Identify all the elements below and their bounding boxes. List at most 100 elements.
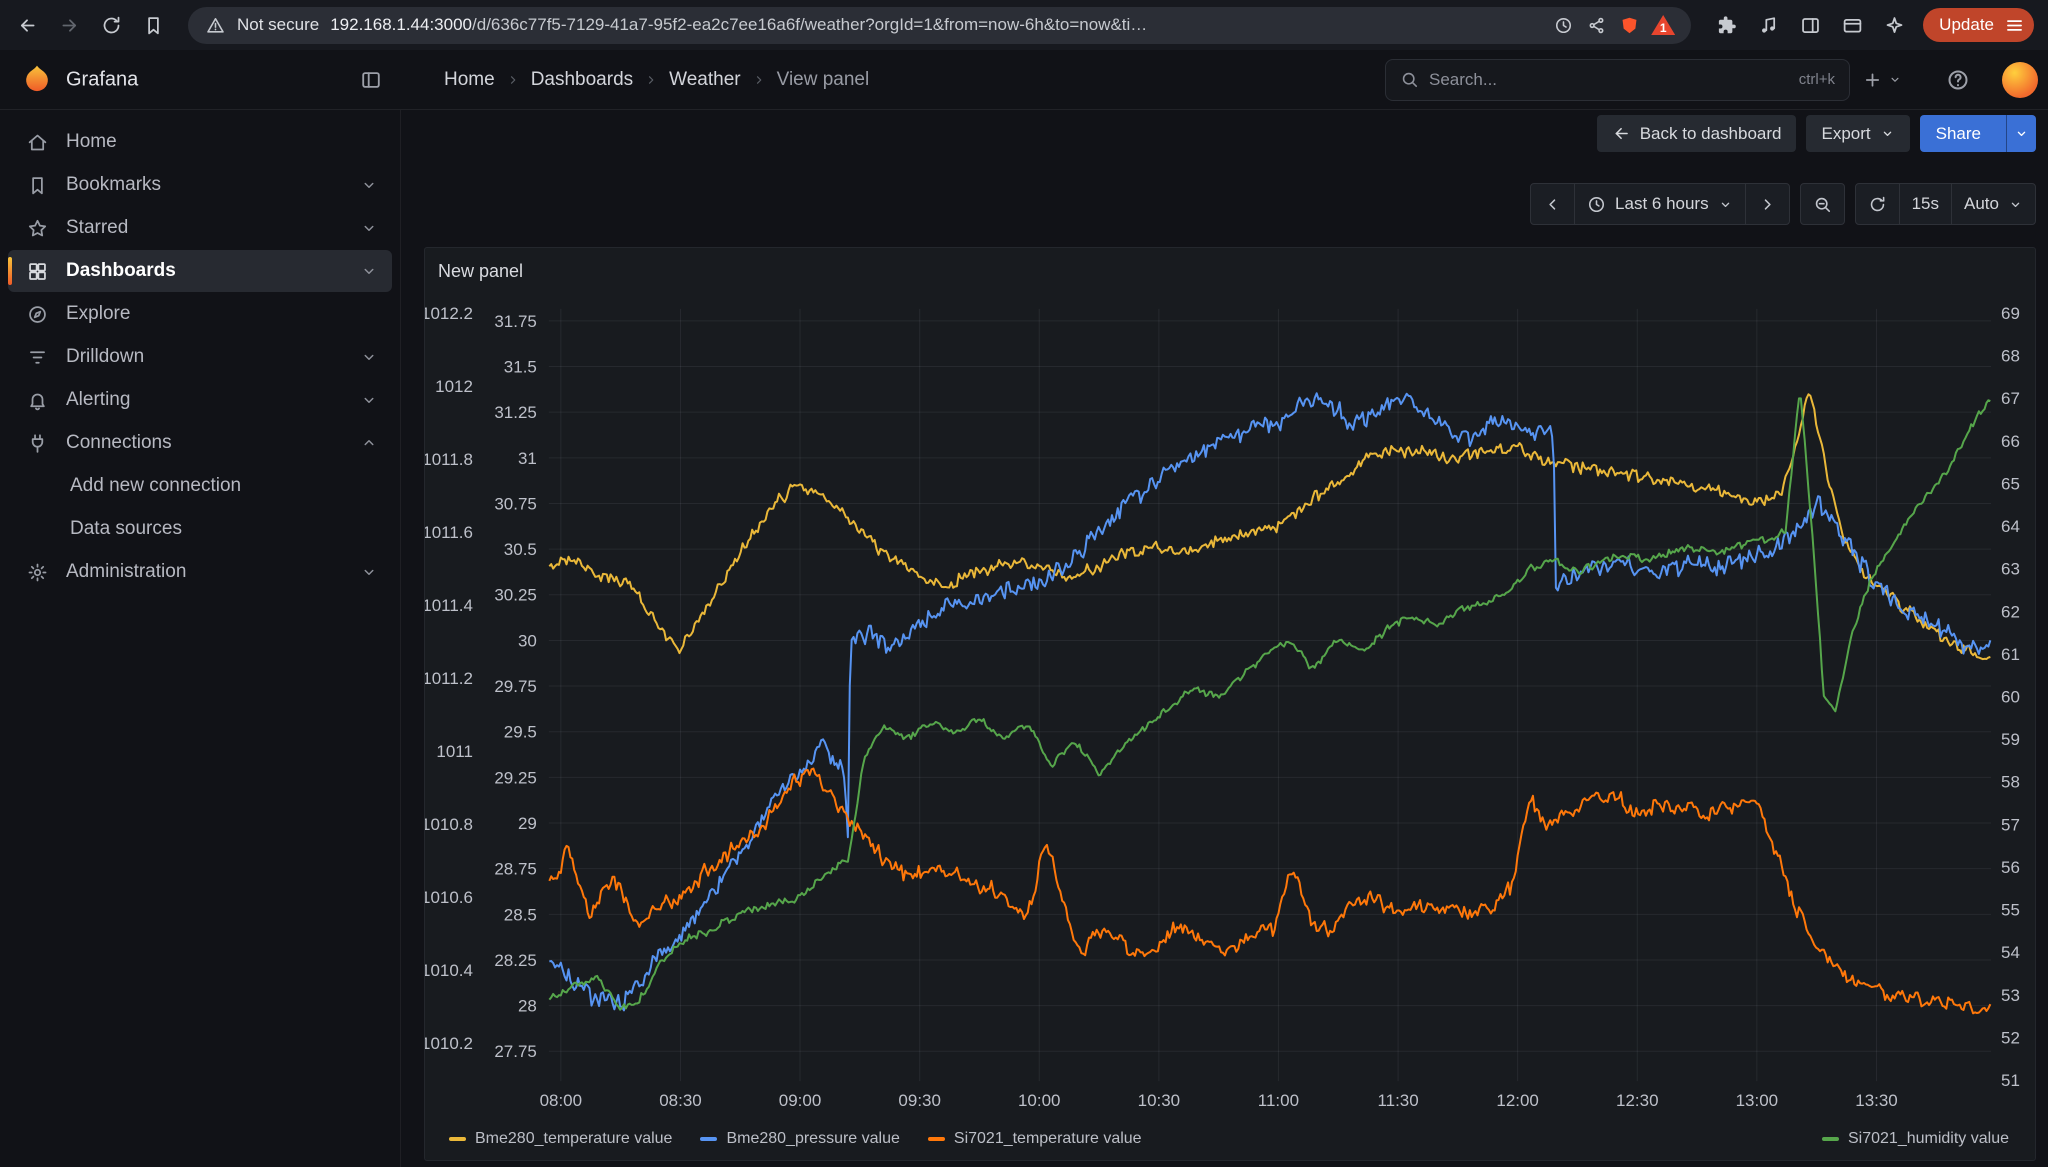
chevron-up-icon xyxy=(360,434,378,452)
share-page-icon[interactable] xyxy=(1585,14,1607,36)
legend-item[interactable]: Si7021_temperature value xyxy=(928,1130,1142,1148)
music-note-icon[interactable] xyxy=(1755,12,1781,38)
wallet-icon[interactable] xyxy=(1839,12,1865,38)
clock-icon xyxy=(1587,195,1606,214)
sidebar-item-drilldown[interactable]: Drilldown xyxy=(8,336,392,378)
brave-shield-icon[interactable] xyxy=(1618,14,1640,36)
sidebar-nav: HomeBookmarksStarredDashboards Explore Dri… xyxy=(0,110,401,1167)
svg-text:51: 51 xyxy=(2001,1071,2020,1090)
chevron-down-icon xyxy=(360,348,378,366)
back-to-dashboard-button[interactable]: Back to dashboard xyxy=(1597,115,1797,152)
extensions-puzzle-icon[interactable] xyxy=(1713,12,1739,38)
breadcrumb: HomeDashboardsWeatherView panel xyxy=(444,69,869,91)
menu-hamburger-icon[interactable] xyxy=(2002,12,2026,38)
sidebar-item-data-sources[interactable]: Data sources xyxy=(8,508,392,550)
svg-text:31.75: 31.75 xyxy=(494,312,536,331)
grid-icon xyxy=(26,260,48,282)
url-path: /d/636c77f5-7129-41a7-95f2-ea2c7ee16a6f/… xyxy=(472,15,1147,34)
zoom-out-button[interactable] xyxy=(1800,183,1845,225)
share-label: Share xyxy=(1920,124,1997,144)
chevron-down-icon xyxy=(1880,126,1895,141)
breadcrumb-separator-icon xyxy=(644,73,658,87)
time-range-picker[interactable]: Last 6 hours xyxy=(1574,183,1746,225)
svg-text:30: 30 xyxy=(518,631,537,650)
url-text: 192.168.1.44:3000/d/636c77f5-7129-41a7-9… xyxy=(330,15,1541,35)
chevron-right-icon xyxy=(1758,195,1777,214)
legend-color-mark xyxy=(928,1137,945,1141)
plug-icon xyxy=(26,432,48,454)
sidebar-item-connections[interactable]: Connections xyxy=(8,422,392,464)
legend-color-mark xyxy=(449,1137,466,1141)
sidebar-item-bookmarks[interactable]: Bookmarks xyxy=(8,164,392,206)
arrow-left-icon xyxy=(1612,124,1631,143)
svg-text:13:00: 13:00 xyxy=(1736,1091,1778,1110)
svg-text:30.75: 30.75 xyxy=(494,494,536,513)
svg-text:31.25: 31.25 xyxy=(494,403,536,422)
svg-text:28.75: 28.75 xyxy=(494,860,536,879)
time-shift-forward-button[interactable] xyxy=(1745,183,1790,225)
breadcrumb-item-dashboards[interactable]: Dashboards xyxy=(531,69,633,91)
export-button[interactable]: Export xyxy=(1806,115,1909,152)
legend-color-mark xyxy=(700,1137,717,1141)
rewards-sparkle-icon[interactable] xyxy=(1881,12,1907,38)
auto-refresh-picker[interactable]: Auto xyxy=(1951,183,2036,225)
breadcrumb-item-weather[interactable]: Weather xyxy=(669,69,740,91)
search-input[interactable] xyxy=(1429,70,1789,90)
svg-text:1011.4: 1011.4 xyxy=(425,596,473,615)
refresh-interval-button[interactable]: 15s xyxy=(1899,183,1952,225)
svg-text:28.25: 28.25 xyxy=(494,951,536,970)
svg-text:31.5: 31.5 xyxy=(504,358,537,377)
update-button[interactable]: Update xyxy=(1923,8,2034,42)
chevron-left-icon xyxy=(1543,195,1562,214)
sidebar-item-label: Explore xyxy=(66,303,130,325)
refresh-button[interactable] xyxy=(1855,183,1900,225)
svg-text:57: 57 xyxy=(2001,815,2020,834)
svg-text:1011: 1011 xyxy=(436,742,473,761)
svg-text:10:30: 10:30 xyxy=(1138,1091,1180,1110)
zoom-out-icon xyxy=(1813,195,1832,214)
share-dropdown-button[interactable] xyxy=(2006,115,2036,152)
sidebar-item-administration[interactable]: Administration xyxy=(8,551,392,593)
address-bar[interactable]: Not secure 192.168.1.44:3000/d/636c77f5-… xyxy=(188,7,1691,44)
svg-text:1011.2: 1011.2 xyxy=(425,669,473,688)
back-icon[interactable] xyxy=(14,12,40,38)
sidebar-item-home[interactable]: Home xyxy=(8,121,392,163)
history-clock-icon[interactable] xyxy=(1552,14,1574,36)
search-box[interactable]: ctrl+k xyxy=(1385,59,1850,101)
share-button[interactable]: Share xyxy=(1920,115,2036,152)
user-avatar[interactable] xyxy=(2002,62,2038,98)
side-panel-icon[interactable] xyxy=(1797,12,1823,38)
bookmark-flag-icon[interactable] xyxy=(140,12,166,38)
help-icon[interactable] xyxy=(1946,68,1970,92)
legend-item[interactable]: Si7021_humidity value xyxy=(1822,1130,2009,1148)
dock-sidebar-icon[interactable] xyxy=(360,69,382,91)
not-secure-warning-icon[interactable] xyxy=(204,14,226,36)
url-host: 192.168.1.44:3000 xyxy=(330,15,472,34)
sidebar-item-starred[interactable]: Starred xyxy=(8,207,392,249)
refresh-group: 15s Auto xyxy=(1855,183,2036,225)
sidebar-item-add-new-connection[interactable]: Add new connection xyxy=(8,465,392,507)
time-shift-back-button[interactable] xyxy=(1530,183,1575,225)
grafana-logo-icon[interactable] xyxy=(20,63,54,97)
legend-item[interactable]: Bme280_temperature value xyxy=(449,1130,672,1148)
svg-text:60: 60 xyxy=(2001,688,2020,707)
sidebar-item-alerting[interactable]: Alerting xyxy=(8,379,392,421)
forward-icon[interactable] xyxy=(56,12,82,38)
sidebar-item-explore[interactable]: Explore xyxy=(8,293,392,335)
svg-text:1012: 1012 xyxy=(435,377,473,396)
chevron-down-icon xyxy=(360,262,378,280)
chart-panel: New panel 1012.210121011.81011.61011.410… xyxy=(424,247,2036,1161)
reload-icon[interactable] xyxy=(98,12,124,38)
notification-badge[interactable]: 1 xyxy=(1651,15,1675,35)
star-icon xyxy=(26,217,48,239)
breadcrumb-item-home[interactable]: Home xyxy=(444,69,495,91)
add-button[interactable] xyxy=(1862,69,1902,90)
compass-icon xyxy=(26,303,48,325)
svg-text:58: 58 xyxy=(2001,773,2020,792)
legend-label: Bme280_temperature value xyxy=(475,1130,672,1148)
sidebar-item-dashboards[interactable]: Dashboards xyxy=(8,250,392,292)
svg-text:54: 54 xyxy=(2001,943,2020,962)
chevron-down-icon xyxy=(360,563,378,581)
panel-title[interactable]: New panel xyxy=(438,261,523,282)
legend-item[interactable]: Bme280_pressure value xyxy=(700,1130,899,1148)
